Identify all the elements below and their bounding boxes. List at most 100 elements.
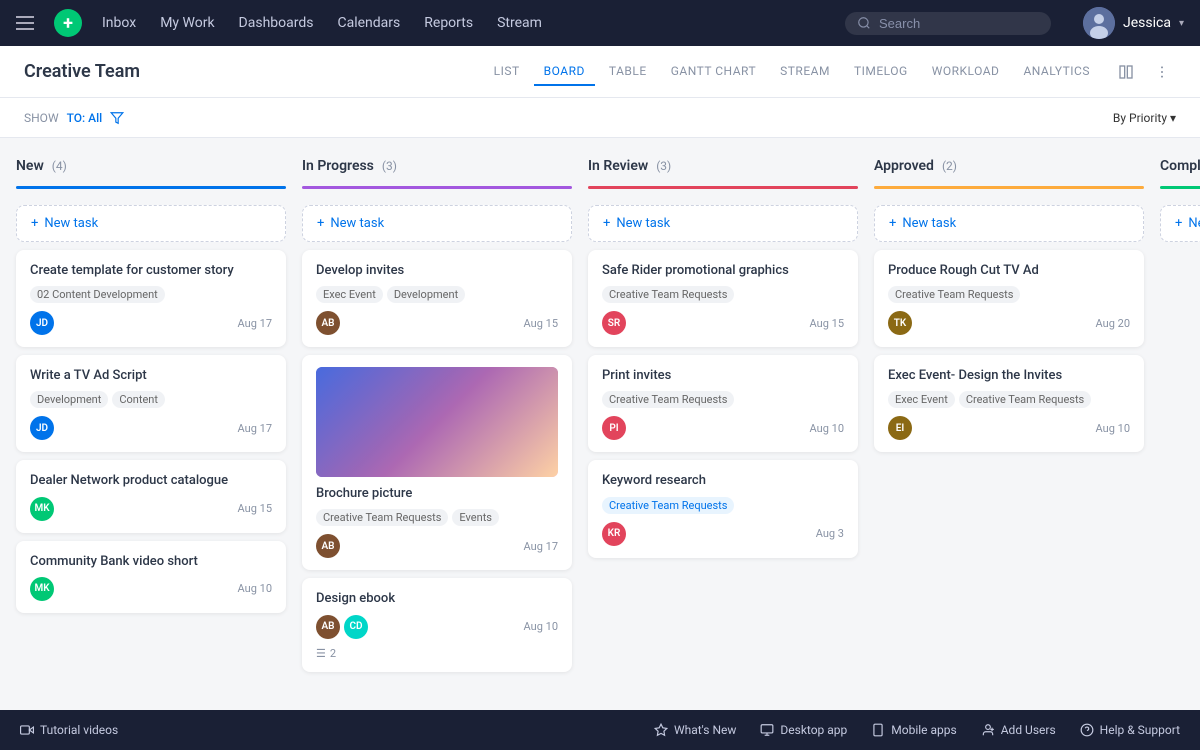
- tag: Creative Team Requests: [316, 509, 448, 526]
- tab-table[interactable]: TABLE: [599, 58, 657, 86]
- help-support-link[interactable]: Help & Support: [1080, 723, 1180, 737]
- table-row[interactable]: Exec Event- Design the Invites Exec Even…: [874, 355, 1144, 452]
- tag: Creative Team Requests: [602, 286, 734, 303]
- table-row[interactable]: Brochure picture Creative Team Requests …: [302, 355, 572, 570]
- card-date: Aug 10: [810, 422, 844, 435]
- tutorial-videos-link[interactable]: Tutorial videos: [20, 723, 118, 737]
- column-inprogress: In Progress (3) + New task Develop invit…: [302, 158, 572, 690]
- avatar: [1083, 7, 1115, 39]
- filter-icon[interactable]: [110, 111, 124, 125]
- card-title: Create template for customer story: [30, 262, 272, 280]
- search-input[interactable]: [879, 16, 1039, 31]
- card-tags: 02 Content Development: [30, 286, 272, 303]
- nav-stream[interactable]: Stream: [497, 15, 542, 31]
- nav-dashboards[interactable]: Dashboards: [239, 15, 314, 31]
- avatar: AB: [316, 311, 340, 335]
- card-title: Write a TV Ad Script: [30, 367, 272, 385]
- card-footer: TK Aug 20: [888, 311, 1130, 335]
- tab-board[interactable]: BOARD: [534, 58, 595, 86]
- table-row[interactable]: Create template for customer story 02 Co…: [16, 250, 286, 347]
- phone-icon: [871, 723, 885, 737]
- column-inreview-bar: [588, 186, 858, 189]
- column-new-header: New (4): [16, 158, 286, 174]
- desktop-app-label: Desktop app: [780, 723, 847, 737]
- new-task-label: New ta...: [1188, 216, 1200, 231]
- table-row[interactable]: Design ebook AB CD Aug 10 ☰ 2: [302, 578, 572, 671]
- avatar: EI: [888, 416, 912, 440]
- column-inprogress-title: In Progress: [302, 158, 374, 174]
- new-task-new-column[interactable]: + New task: [16, 205, 286, 242]
- to-all-filter[interactable]: TO: All: [67, 111, 103, 125]
- table-row[interactable]: Community Bank video short MK Aug 10: [16, 541, 286, 613]
- tab-workload[interactable]: WORKLOAD: [922, 58, 1010, 86]
- card-date: Aug 10: [1096, 422, 1130, 435]
- new-task-label: New task: [902, 216, 956, 231]
- card-tags: Exec Event Development: [316, 286, 558, 303]
- priority-sort[interactable]: By Priority ▾: [1113, 111, 1176, 125]
- card-date: Aug 20: [1096, 317, 1130, 330]
- search-bar[interactable]: [845, 12, 1051, 35]
- table-row[interactable]: Produce Rough Cut TV Ad Creative Team Re…: [874, 250, 1144, 347]
- avatar-image: [1083, 7, 1115, 39]
- card-image-inner: [316, 367, 558, 477]
- plus-icon: +: [1175, 216, 1182, 231]
- list-icon: ☰: [316, 647, 326, 660]
- new-task-inreview-column[interactable]: + New task: [588, 205, 858, 242]
- hamburger-menu[interactable]: [16, 16, 34, 30]
- table-row[interactable]: Print invites Creative Team Requests PI …: [588, 355, 858, 452]
- card-title: Exec Event- Design the Invites: [888, 367, 1130, 385]
- columns-icon[interactable]: [1112, 58, 1140, 86]
- user-menu[interactable]: Jessica ▾: [1083, 7, 1184, 39]
- table-row[interactable]: Safe Rider promotional graphics Creative…: [588, 250, 858, 347]
- table-row[interactable]: Write a TV Ad Script Development Content…: [16, 355, 286, 452]
- nav-reports[interactable]: Reports: [424, 15, 473, 31]
- tag: Development: [387, 286, 465, 303]
- card-avatars: AB CD: [316, 615, 368, 639]
- whats-new-link[interactable]: What's New: [654, 723, 736, 737]
- tab-list[interactable]: LIST: [484, 58, 530, 86]
- add-users-link[interactable]: Add Users: [981, 723, 1056, 737]
- card-title: Design ebook: [316, 590, 558, 608]
- mobile-apps-link[interactable]: Mobile apps: [871, 723, 956, 737]
- new-item-button[interactable]: +: [54, 9, 82, 37]
- top-nav: + Inbox My Work Dashboards Calendars Rep…: [0, 0, 1200, 46]
- desktop-app-link[interactable]: Desktop app: [760, 723, 847, 737]
- nav-calendars[interactable]: Calendars: [337, 15, 400, 31]
- new-task-label: New task: [616, 216, 670, 231]
- card-tags: Exec Event Creative Team Requests: [888, 391, 1130, 408]
- card-footer: MK Aug 15: [30, 497, 272, 521]
- card-title: Print invites: [602, 367, 844, 385]
- column-completed-header: Completed: [1160, 158, 1200, 174]
- plus-icon: +: [31, 216, 38, 231]
- show-label: SHOW: [24, 111, 59, 125]
- new-task-inprogress-column[interactable]: + New task: [302, 205, 572, 242]
- table-row[interactable]: Develop invites Exec Event Development A…: [302, 250, 572, 347]
- table-row[interactable]: Keyword research Creative Team Requests …: [588, 460, 858, 557]
- card-date: Aug 10: [524, 620, 558, 633]
- video-icon: [20, 723, 34, 737]
- card-image: [316, 367, 558, 477]
- card-footer: SR Aug 15: [602, 311, 844, 335]
- card-footer: AB Aug 15: [316, 311, 558, 335]
- card-title: Safe Rider promotional graphics: [602, 262, 844, 280]
- card-footer: KR Aug 3: [602, 522, 844, 546]
- tab-gantt[interactable]: GANTT CHART: [661, 58, 766, 86]
- card-tags: Creative Team Requests: [888, 286, 1130, 303]
- avatar: AB: [316, 534, 340, 558]
- board: New (4) + New task Create template for c…: [0, 138, 1200, 710]
- avatar: JD: [30, 416, 54, 440]
- tab-timelog[interactable]: TIMELOG: [844, 58, 918, 86]
- avatar: TK: [888, 311, 912, 335]
- add-user-icon: [981, 723, 995, 737]
- table-row[interactable]: Dealer Network product catalogue MK Aug …: [16, 460, 286, 532]
- tutorial-videos-label: Tutorial videos: [40, 723, 118, 737]
- nav-mywork[interactable]: My Work: [160, 15, 214, 31]
- more-options-icon[interactable]: [1148, 58, 1176, 86]
- new-task-completed-column[interactable]: + New ta...: [1160, 205, 1200, 242]
- tab-analytics[interactable]: ANALYTICS: [1013, 58, 1100, 86]
- new-task-approved-column[interactable]: + New task: [874, 205, 1144, 242]
- monitor-icon: [760, 723, 774, 737]
- by-priority-button[interactable]: By Priority ▾: [1113, 111, 1176, 125]
- tab-stream[interactable]: STREAM: [770, 58, 840, 86]
- nav-inbox[interactable]: Inbox: [102, 15, 136, 31]
